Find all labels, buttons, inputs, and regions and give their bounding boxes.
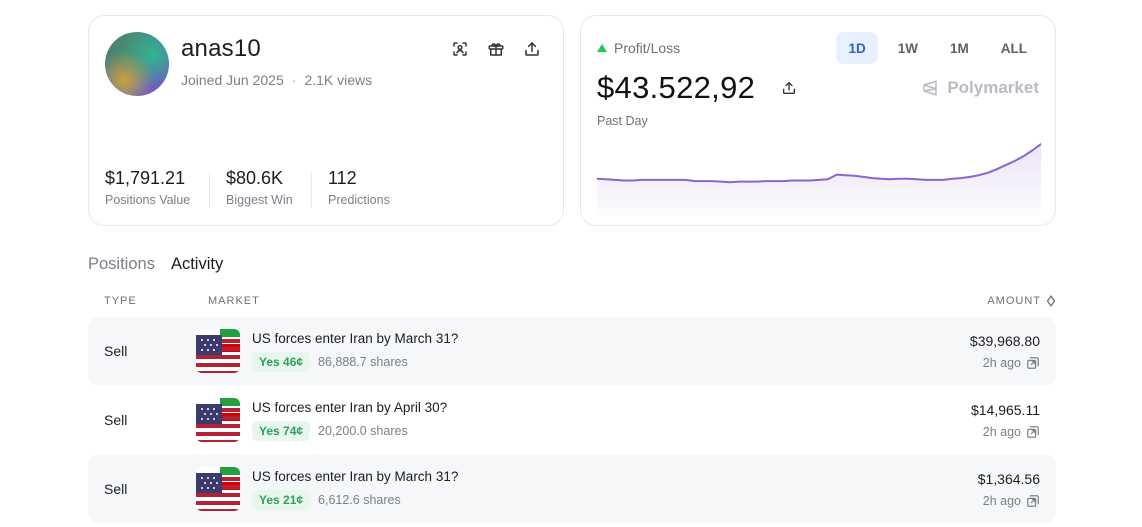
row-amount: $1,364.56 xyxy=(977,471,1040,487)
chart-series-line xyxy=(597,143,1041,184)
outcome-badge: Yes 46¢ xyxy=(252,352,311,372)
share-count: 86,888.7 shares xyxy=(318,355,408,369)
stat-biggest-win: $80.6K Biggest Win xyxy=(226,168,293,207)
gift-icon[interactable] xyxy=(487,40,505,58)
row-time: 2h ago xyxy=(983,425,1040,439)
range-tab-1d[interactable]: 1D xyxy=(836,32,878,64)
profit-loss-chart xyxy=(597,143,1041,216)
profile-card: anas10 Joined Jun 2025 · 2.1K views $1,7… xyxy=(88,15,564,226)
external-link-icon[interactable] xyxy=(1026,356,1040,370)
table-row[interactable]: Sell US forces enter Iran by March 31? Y… xyxy=(88,455,1056,523)
period-label: Past Day xyxy=(597,114,648,128)
stat-predictions: 112 Predictions xyxy=(328,168,390,207)
share-icon[interactable] xyxy=(781,80,797,96)
profit-loss-card: Profit/Loss 1D 1W 1M ALL $43.522,92 Poly… xyxy=(580,15,1056,226)
column-header-type: TYPE xyxy=(104,295,137,307)
row-amount: $14,965.11 xyxy=(970,402,1040,418)
brand-name: Polymarket xyxy=(947,78,1039,97)
meta-separator: · xyxy=(291,72,297,88)
stat-divider xyxy=(209,172,210,208)
row-type: Sell xyxy=(104,481,128,497)
profit-loss-text: Profit/Loss xyxy=(614,40,681,56)
table-row[interactable]: Sell US forces enter Iran by March 31? Y… xyxy=(88,317,1056,385)
tab-positions[interactable]: Positions xyxy=(88,255,155,274)
market-meta: Yes 74¢ 20,200.0 shares xyxy=(252,421,408,441)
stat-value: 112 xyxy=(328,168,357,188)
stat-divider xyxy=(311,172,312,208)
row-type: Sell xyxy=(104,412,128,428)
amount-header-label: AMOUNT xyxy=(987,295,1041,307)
range-tab-1w[interactable]: 1W xyxy=(886,32,930,64)
stat-value: $1,791.21 xyxy=(105,168,186,188)
stat-value: $80.6K xyxy=(226,168,284,188)
stat-label: Predictions xyxy=(328,193,390,207)
profile-meta: Joined Jun 2025 · 2.1K views xyxy=(181,72,372,88)
table-row[interactable]: Sell US forces enter Iran by April 30? Y… xyxy=(88,386,1056,454)
share-count: 6,612.6 shares xyxy=(318,493,401,507)
market-meta: Yes 46¢ 86,888.7 shares xyxy=(252,352,408,372)
row-amount: $39,968.80 xyxy=(969,333,1040,349)
sort-icon[interactable] xyxy=(1046,295,1056,307)
share-count: 20,200.0 shares xyxy=(318,424,408,438)
market-title[interactable]: US forces enter Iran by March 31? xyxy=(252,331,458,346)
row-type: Sell xyxy=(104,343,128,359)
stat-label: Positions Value xyxy=(105,193,191,207)
profit-loss-value: $43.522,92 xyxy=(597,70,756,105)
range-tab-1m[interactable]: 1M xyxy=(938,32,981,64)
external-link-icon[interactable] xyxy=(1026,494,1040,508)
external-link-icon[interactable] xyxy=(1026,425,1040,439)
stat-label: Biggest Win xyxy=(226,193,293,207)
avatar[interactable] xyxy=(105,32,169,96)
market-thumbnail[interactable] xyxy=(196,467,240,511)
scan-icon[interactable] xyxy=(451,40,469,58)
share-icon[interactable] xyxy=(523,40,541,58)
polymarket-brand: Polymarket xyxy=(921,78,1039,98)
time-ago: 2h ago xyxy=(982,356,1021,370)
market-thumbnail[interactable] xyxy=(196,398,240,442)
time-ago: 2h ago xyxy=(982,494,1021,508)
row-time: 2h ago xyxy=(983,494,1040,508)
outcome-badge: Yes 74¢ xyxy=(252,421,311,441)
view-count: 2.1K views xyxy=(304,72,373,88)
joined-date: Joined Jun 2025 xyxy=(181,72,284,88)
username: anas10 xyxy=(181,35,261,62)
polymarket-logo-icon xyxy=(923,80,938,96)
tab-activity[interactable]: Activity xyxy=(171,255,223,274)
market-meta: Yes 21¢ 6,612.6 shares xyxy=(252,490,401,510)
stat-positions-value: $1,791.21 Positions Value xyxy=(105,168,190,207)
time-ago: 2h ago xyxy=(982,425,1021,439)
content-tabs: Positions Activity xyxy=(88,255,223,274)
market-title[interactable]: US forces enter Iran by April 30? xyxy=(252,400,447,415)
market-thumbnail[interactable] xyxy=(196,329,240,373)
range-tab-all[interactable]: ALL xyxy=(989,32,1039,64)
column-header-amount[interactable]: AMOUNT xyxy=(987,295,1056,307)
profit-loss-label: Profit/Loss xyxy=(597,40,680,56)
range-tabs: 1D 1W 1M ALL xyxy=(836,32,1039,64)
column-header-market: MARKET xyxy=(208,295,260,307)
market-title[interactable]: US forces enter Iran by March 31? xyxy=(252,469,458,484)
triangle-up-icon xyxy=(597,44,607,52)
row-time: 2h ago xyxy=(983,356,1040,370)
outcome-badge: Yes 21¢ xyxy=(252,490,311,510)
